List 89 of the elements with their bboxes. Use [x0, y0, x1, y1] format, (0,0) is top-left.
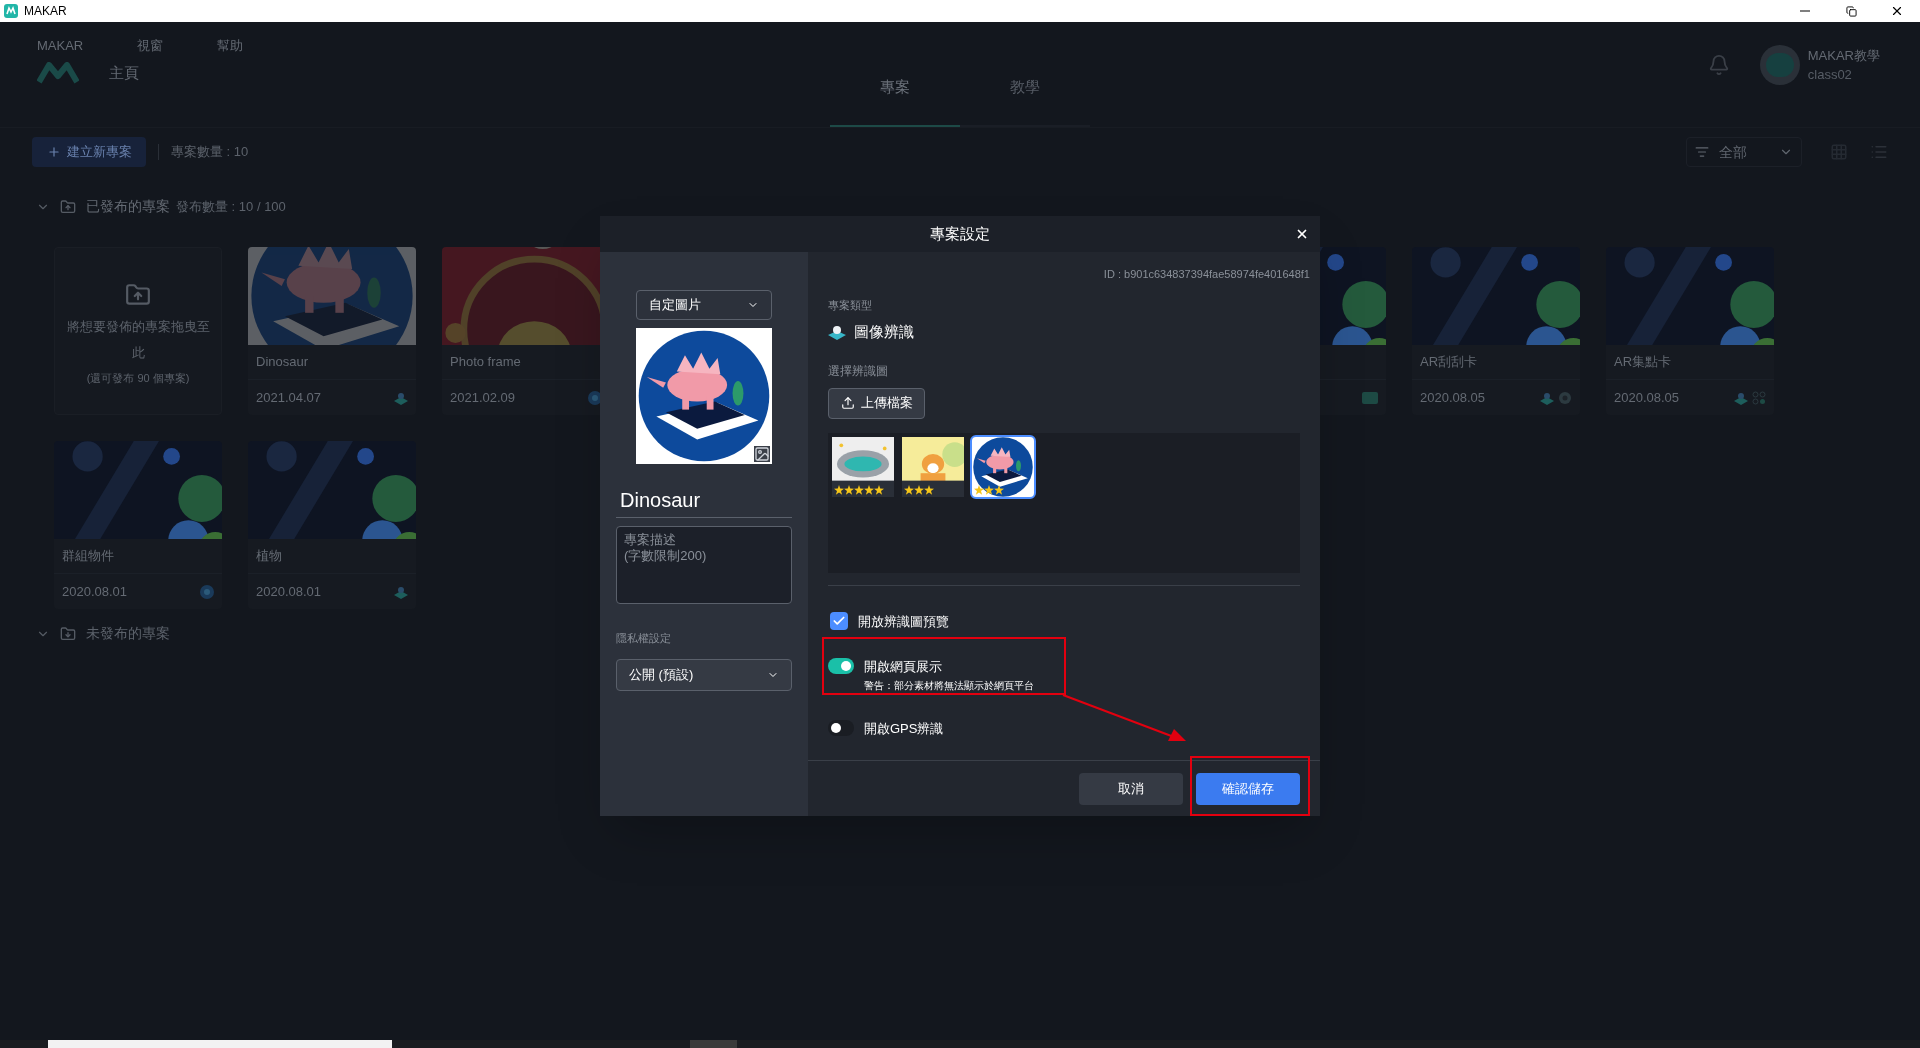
target-thumbnail[interactable] [972, 436, 1034, 497]
name-field[interactable]: Dinosaur [616, 484, 792, 518]
menu-item[interactable]: MAKAR [37, 36, 84, 56]
avatar[interactable] [1759, 45, 1800, 85]
star-icon [974, 484, 984, 495]
user-account: class02 [1807, 66, 1853, 84]
logo-icon [37, 61, 79, 84]
section-title: 未發布的專案 [86, 624, 170, 643]
option-label: 開放辨識圖預覽 [858, 612, 949, 631]
filter-dropdown[interactable]: 全部 [1686, 137, 1802, 167]
option-warning: 警告：部分素材將無法顯示於網頁平台 [864, 678, 1034, 693]
project-title: AR集點卡 [1614, 353, 1672, 372]
nav-tab[interactable]: 專案 [830, 49, 960, 127]
checkbox[interactable] [830, 612, 848, 631]
star-icon [834, 484, 844, 495]
list-view-icon[interactable] [1870, 143, 1888, 161]
privacy-dropdown[interactable]: 公開 (預設) [616, 658, 792, 691]
description-field[interactable]: 專案描述 (字數限制200) [616, 526, 792, 604]
drop-zone-text: 將想要發佈的專案拖曳至此 [65, 318, 211, 362]
unpublished-icon [60, 625, 76, 642]
project-title: Dinosaur [256, 353, 309, 372]
drop-zone[interactable]: 將想要發佈的專案拖曳至此 (還可發布 90 個專案) [54, 247, 222, 415]
filter-icon [1695, 145, 1709, 159]
option-label: 開啟GPS辨識 [864, 719, 944, 738]
project-date: 2021.04.07 [256, 388, 322, 407]
image-icon[interactable] [754, 446, 770, 462]
circle-icon [200, 584, 214, 599]
star-icon [924, 484, 934, 495]
dialog-title: 專案設定 [930, 223, 990, 244]
project-date: 2020.08.05 [1420, 388, 1486, 407]
project-date: 2020.08.01 [256, 582, 322, 601]
project-id: ID : b901c634837394fae58974fe401648f1 [1103, 267, 1310, 282]
project-count: 專案數量 : 10 [171, 143, 249, 162]
option-label: 開啟網頁展示 [864, 658, 943, 676]
toggle-switch[interactable] [828, 719, 854, 736]
minimize-icon [1800, 10, 1810, 12]
target-thumbnail[interactable] [902, 436, 964, 497]
star-icon [914, 484, 924, 495]
user-name: MAKAR教學 [1807, 46, 1880, 65]
star-icon [904, 484, 914, 495]
project-date: 2020.08.01 [62, 582, 128, 601]
star-icon [984, 484, 994, 495]
page-title: 主頁 [109, 62, 139, 83]
project-date: 2021.02.09 [450, 388, 516, 407]
publish-icon [60, 198, 76, 215]
cancel-button[interactable]: 取消 [1079, 772, 1183, 805]
new-project-button[interactable]: 建立新專案 [32, 137, 146, 167]
privacy-label: 隱私權設定 [616, 631, 672, 646]
drop-zone-note: (還可發布 90 個專案) [86, 371, 190, 386]
layers-icon [394, 390, 408, 405]
notification-icon[interactable] [1707, 54, 1730, 76]
project-title: Photo frame [450, 353, 521, 372]
layers-icon [1734, 390, 1748, 405]
window-title: MAKAR [24, 3, 67, 20]
layers-icon [394, 584, 408, 599]
target-thumbnail[interactable] [832, 436, 894, 497]
section-title: 已發布的專案 [86, 197, 170, 216]
gear-icon [1558, 390, 1572, 405]
layers-icon [1540, 390, 1554, 405]
upload-icon [125, 282, 151, 308]
plus-icon [46, 145, 61, 159]
toggle-switch[interactable] [828, 658, 854, 674]
project-title: 群組物件 [62, 547, 114, 566]
project-title: AR刮刮卡 [1420, 353, 1478, 372]
target-label: 選擇辨識圖 [828, 362, 889, 380]
type-label: 專案類型 [828, 297, 873, 313]
project-title: 植物 [256, 547, 282, 566]
project-date: 2020.08.05 [1614, 388, 1680, 407]
close-icon [1890, 4, 1904, 18]
close-icon [1295, 227, 1309, 241]
upload-icon [840, 396, 855, 410]
restore-icon [1845, 5, 1857, 17]
save-button[interactable]: 確認儲存 [1196, 772, 1300, 805]
star-icon [874, 484, 884, 495]
upload-button[interactable]: 上傳檔案 [828, 387, 925, 419]
app-logo-icon [4, 4, 18, 18]
publish-count: 發布數量 : 10 / 100 [176, 197, 286, 216]
star-icon [994, 484, 1004, 495]
cover-dropdown[interactable]: 自定圖片 [636, 290, 772, 320]
card-icon [1362, 391, 1378, 404]
dots-icon [1752, 390, 1766, 405]
nav-tab[interactable]: 教學 [960, 49, 1090, 127]
menu-item[interactable]: 幫助 [217, 36, 244, 56]
star-icon [854, 484, 864, 495]
menu-item[interactable]: 視窗 [137, 36, 164, 56]
layers-icon [828, 324, 846, 341]
star-icon [864, 484, 874, 495]
project-type: 圖像辨識 [854, 322, 914, 342]
star-icon [844, 484, 854, 495]
